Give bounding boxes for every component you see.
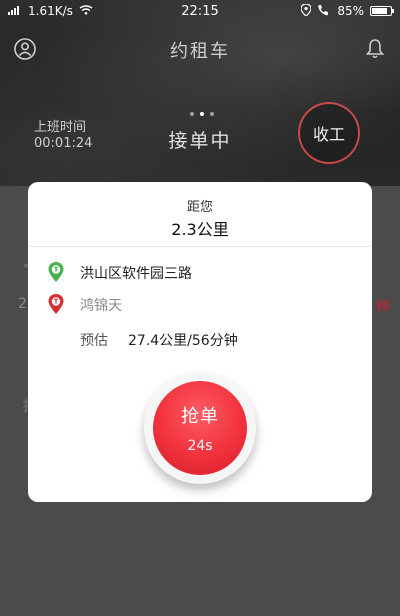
phone-icon bbox=[317, 4, 331, 19]
profile-icon[interactable] bbox=[14, 38, 36, 60]
grab-order-button[interactable]: 抢单 24s bbox=[153, 381, 247, 475]
pickup-address: 洪山区软件园三路 bbox=[80, 266, 192, 282]
dropoff-pin-icon bbox=[45, 293, 67, 315]
grab-order-label: 抢单 bbox=[181, 406, 219, 427]
page-title: 约租车 bbox=[170, 41, 230, 62]
grab-order-button-ring: 抢单 24s bbox=[144, 372, 256, 484]
distance-label: 距您 bbox=[186, 200, 213, 215]
wifi-icon bbox=[79, 4, 93, 18]
bell-icon[interactable] bbox=[364, 38, 386, 60]
order-dialog: 距您 2.3公里 洪山区软件园三路 鸿锦天 预估 27.4公里/56分钟 抢单 … bbox=[28, 182, 372, 502]
background-hint: 钟 bbox=[376, 299, 390, 315]
off-work-button[interactable]: 收工 bbox=[298, 102, 360, 164]
page-dot bbox=[210, 112, 214, 116]
network-speed: 1.61K/s bbox=[28, 4, 73, 18]
page-dot-active bbox=[200, 112, 204, 116]
divider bbox=[28, 246, 372, 247]
signal-icon bbox=[8, 4, 22, 18]
distance-value: 2.3公里 bbox=[171, 220, 229, 239]
pickup-pin-icon bbox=[45, 261, 67, 283]
battery-percent: 85% bbox=[337, 4, 364, 18]
page-dot bbox=[190, 112, 194, 116]
estimate-value: 27.4公里/56分钟 bbox=[128, 333, 238, 349]
battery-fill bbox=[372, 8, 388, 14]
status-left: 1.61K/s bbox=[8, 4, 93, 18]
page-dots bbox=[190, 112, 214, 116]
battery-icon bbox=[370, 6, 394, 16]
grab-order-countdown: 24s bbox=[187, 438, 213, 454]
location-icon bbox=[300, 2, 312, 19]
status-right: 85% bbox=[300, 2, 394, 19]
status-bar: 1.61K/s 22:15 85% bbox=[0, 0, 400, 22]
estimate-label: 预估 bbox=[80, 333, 108, 349]
dropoff-address: 鸿锦天 bbox=[80, 298, 122, 314]
top-nav: 约租车 bbox=[0, 30, 400, 70]
background-hint: 2 bbox=[18, 296, 27, 312]
